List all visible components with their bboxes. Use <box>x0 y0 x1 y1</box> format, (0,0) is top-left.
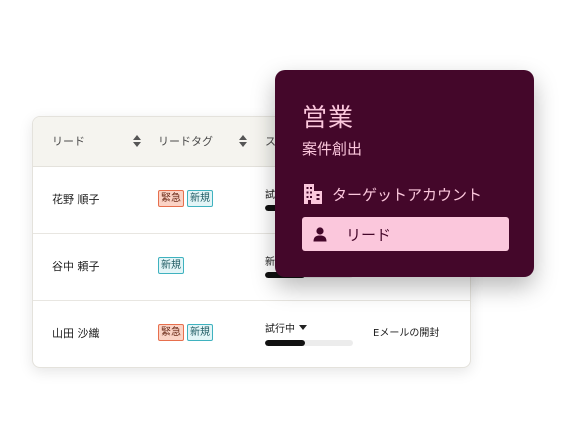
lead-tags: 緊急 新規 <box>158 190 213 207</box>
tag-urgent: 緊急 <box>158 190 184 207</box>
menu-subtitle: 案件創出 <box>302 140 363 158</box>
status-label[interactable]: 試 <box>265 186 275 201</box>
lead-name[interactable]: 山田 沙織 <box>52 300 100 367</box>
tag-new: 新規 <box>187 324 213 341</box>
progress-bar <box>265 340 353 346</box>
building-icon <box>304 184 322 204</box>
table-row[interactable]: 山田 沙織 緊急 新規 試行中 Eメールの開封 <box>33 300 470 367</box>
column-header-lead-tag[interactable]: リードタグ <box>158 117 213 166</box>
status-label: 試行中 <box>265 324 295 335</box>
column-header-lead[interactable]: リード <box>52 117 85 166</box>
menu-item-label: リード <box>346 225 392 244</box>
caret-down-icon <box>299 325 307 330</box>
lead-name[interactable]: 谷中 頼子 <box>52 233 100 300</box>
lead-name[interactable]: 花野 順子 <box>52 166 100 233</box>
tag-new: 新規 <box>158 257 184 274</box>
sort-icon[interactable] <box>133 134 141 148</box>
lead-tags: 新規 <box>158 257 184 274</box>
status-dropdown[interactable]: 試行中 <box>265 320 307 335</box>
menu-title: 営業 <box>302 103 355 132</box>
progress-fill <box>265 340 305 346</box>
tag-urgent: 緊急 <box>158 324 184 341</box>
person-icon <box>313 227 327 242</box>
menu-item-leads[interactable]: リード <box>302 217 509 251</box>
lead-tags: 緊急 新規 <box>158 324 213 341</box>
status-label[interactable]: 新 <box>265 253 275 268</box>
sales-menu: 営業 案件創出 ターゲットアカウント リード <box>275 70 534 277</box>
activity-label: Eメールの開封 <box>373 328 440 339</box>
menu-item-label: ターゲットアカウント <box>332 185 483 204</box>
sort-icon[interactable] <box>239 134 247 148</box>
menu-item-target-accounts[interactable]: ターゲットアカウント <box>302 177 509 211</box>
tag-new: 新規 <box>187 190 213 207</box>
